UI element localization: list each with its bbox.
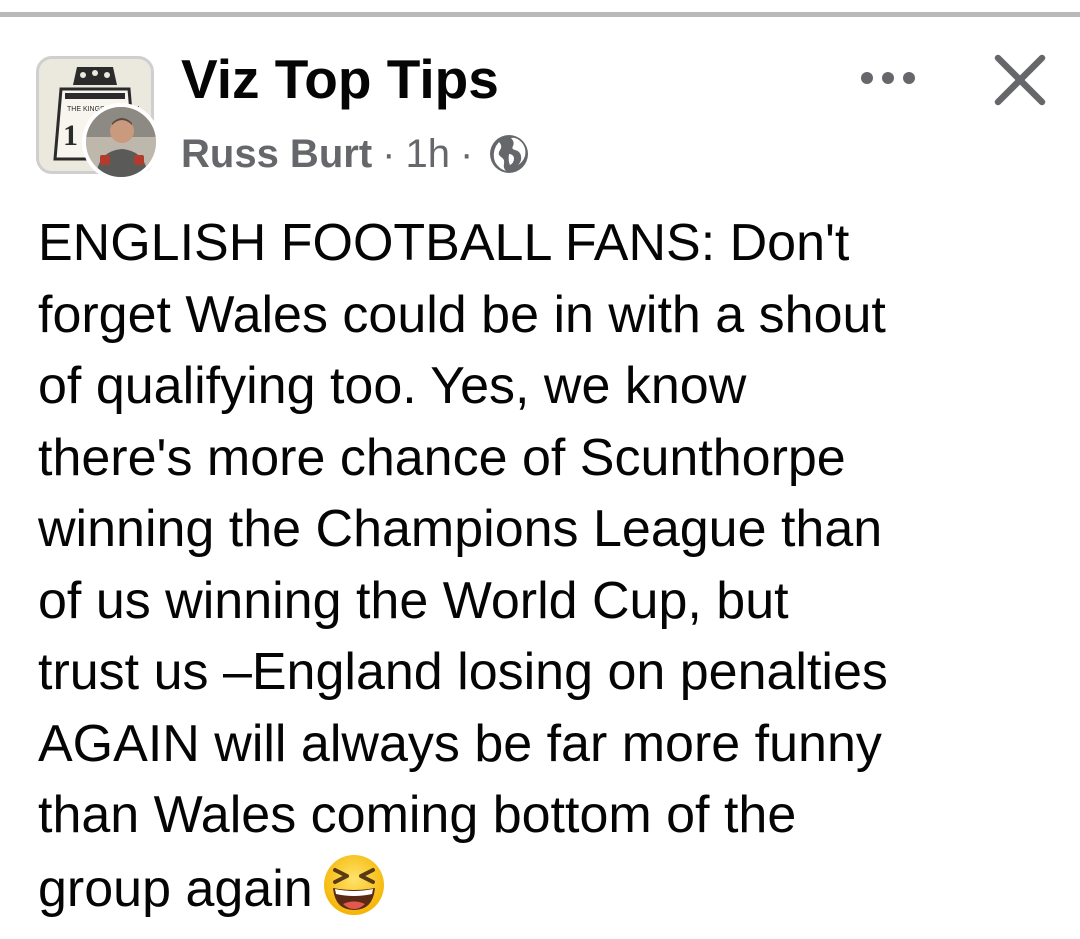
post-text-line: ENGLISH FOOTBALL FANS: Don't (38, 214, 850, 272)
svg-text:1: 1 (63, 119, 78, 152)
meta-separator: · (459, 132, 474, 176)
author-name[interactable]: Russ Burt (181, 127, 372, 181)
group-name[interactable]: Viz Top Tips (181, 46, 499, 112)
post-text-line: AGAIN will always be far more funny (38, 714, 882, 773)
more-horizontal-icon (861, 72, 915, 84)
post-text-line: winning the Champions League than (38, 500, 883, 558)
post-text-last-line: group again (38, 852, 1068, 926)
post-text-line: of qualifying too. Yes, we know (38, 357, 747, 415)
post-text-line: group again (38, 859, 313, 918)
author-avatar[interactable] (82, 103, 160, 181)
post-text-line: forget Wales could be in with a shout (38, 285, 886, 344)
post-text-line: trust us –England losing on penalties (38, 643, 888, 701)
grinning-squinting-face-emoji (321, 852, 387, 918)
post-body: ENGLISH FOOTBALL FANS: Don't forget Wale… (38, 208, 1068, 925)
facebook-group-post: THE KINGS HIGHWAY 1 Viz Top Tips Russ Bu… (0, 0, 1080, 939)
close-button[interactable] (988, 48, 1052, 112)
meta-separator: · (382, 132, 396, 176)
post-text-line: there's more chance of Scunthorpe (38, 428, 846, 487)
post-text-line: than Wales coming bottom of the (38, 786, 797, 844)
post-meta: Russ Burt · 1h · (181, 127, 531, 181)
post-text-line: of us winning the World Cup, but (38, 571, 789, 630)
person-photo-icon (86, 107, 156, 177)
globe-icon (487, 132, 531, 176)
close-icon (994, 54, 1046, 106)
more-options-button[interactable] (856, 58, 920, 98)
post-time[interactable]: 1h (405, 127, 450, 181)
